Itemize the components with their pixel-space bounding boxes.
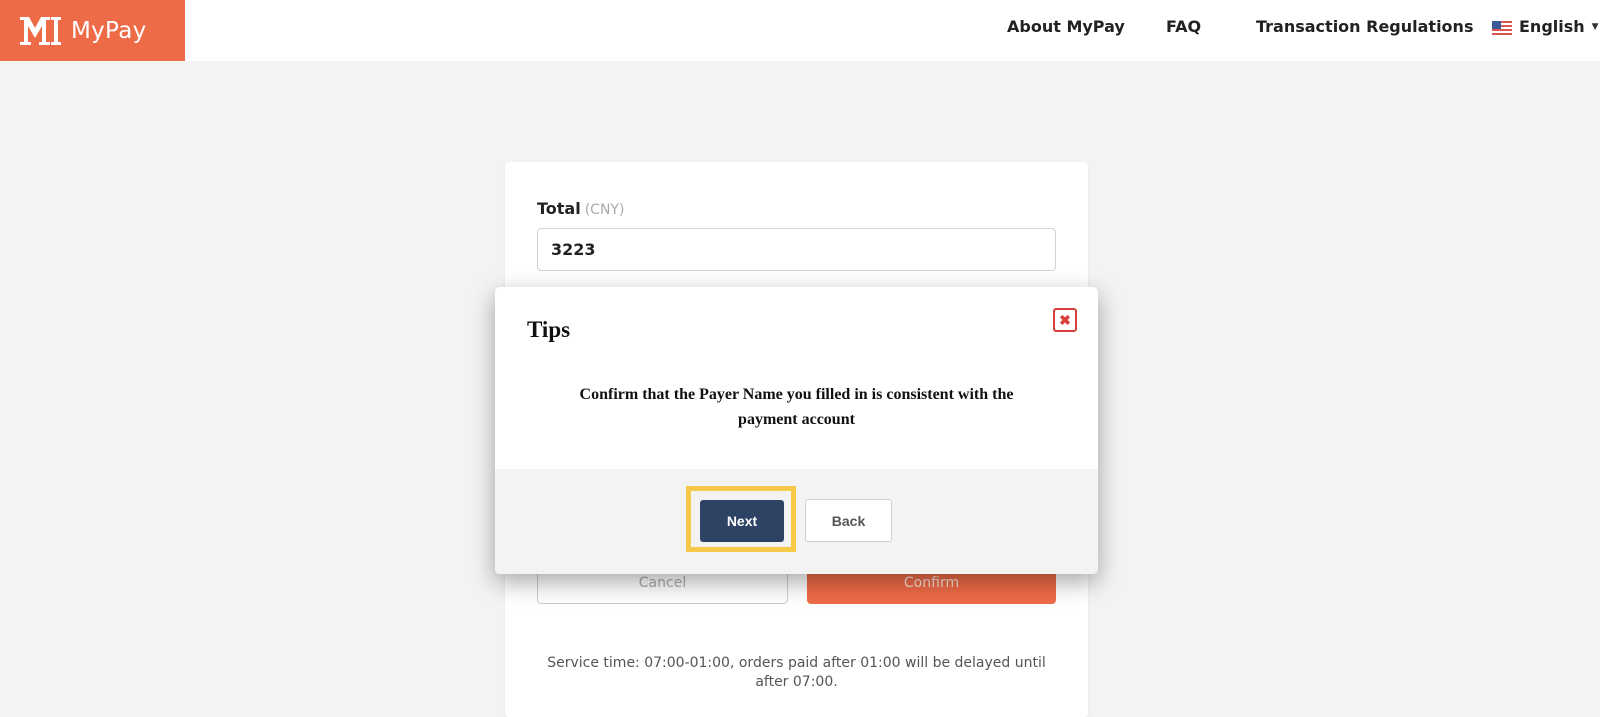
nav-about[interactable]: About MyPay xyxy=(1007,0,1125,53)
language-label: English xyxy=(1519,17,1585,36)
dialog-title: Tips xyxy=(527,317,571,342)
tips-dialog: Tips ✖ Confirm that the Payer Name you f… xyxy=(495,287,1098,574)
back-button[interactable]: Back xyxy=(805,499,892,542)
service-time-note: Service time: 07:00-01:00, orders paid a… xyxy=(547,655,1046,690)
next-button[interactable]: Next xyxy=(700,500,784,542)
close-icon[interactable]: ✖ xyxy=(1053,308,1077,332)
total-label-text: Total xyxy=(537,199,581,218)
us-flag-icon xyxy=(1492,20,1512,35)
top-header: MyPay About MyPay FAQ Transaction Regula… xyxy=(0,0,1600,61)
language-selector[interactable]: English ▼ xyxy=(1492,0,1599,53)
mypay-logo-icon xyxy=(18,14,62,48)
brand-name: MyPay xyxy=(71,17,147,44)
brand-logo[interactable]: MyPay xyxy=(0,0,185,61)
nav-transaction-regulations[interactable]: Transaction Regulations xyxy=(1256,0,1473,53)
dialog-message: Confirm that the Payer Name you filled i… xyxy=(579,386,1014,428)
total-input[interactable]: 3223 xyxy=(537,228,1056,271)
chevron-down-icon: ▼ xyxy=(1591,21,1599,32)
total-label: Total (CNY) xyxy=(537,199,624,218)
currency-unit: (CNY) xyxy=(584,202,625,218)
dialog-footer: Next Back xyxy=(495,469,1098,574)
nav-faq[interactable]: FAQ xyxy=(1166,0,1201,53)
